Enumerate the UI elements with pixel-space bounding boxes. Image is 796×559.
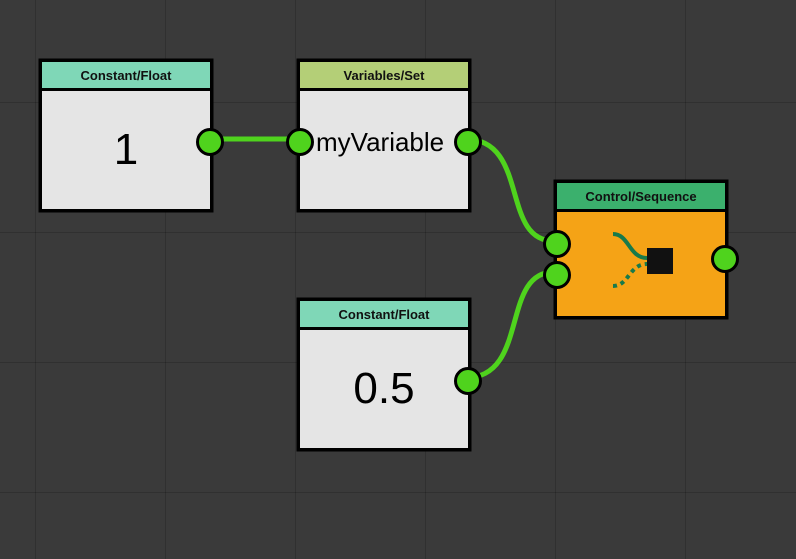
node-header: Constant/Float bbox=[300, 301, 468, 330]
variable-name: myVariable bbox=[316, 127, 444, 158]
node-constant-float-05[interactable]: Constant/Float 0.5 bbox=[297, 298, 471, 451]
sequence-icon bbox=[591, 224, 691, 304]
output-port[interactable] bbox=[711, 245, 739, 273]
constant-value: 1 bbox=[42, 91, 210, 209]
node-variables-set[interactable]: Variables/Set myVariable bbox=[297, 59, 471, 212]
node-constant-float-1[interactable]: Constant/Float 1 bbox=[39, 59, 213, 212]
node-body: 0.5 bbox=[300, 330, 468, 448]
node-body: 1 bbox=[42, 91, 210, 209]
node-header: Variables/Set bbox=[300, 62, 468, 91]
input-port-1[interactable] bbox=[543, 230, 571, 258]
node-body bbox=[557, 212, 725, 316]
output-port[interactable] bbox=[196, 128, 224, 156]
constant-value: 0.5 bbox=[300, 330, 468, 448]
input-port-2[interactable] bbox=[543, 261, 571, 289]
input-port[interactable] bbox=[286, 128, 314, 156]
node-header: Constant/Float bbox=[42, 62, 210, 91]
output-port[interactable] bbox=[454, 128, 482, 156]
node-header: Control/Sequence bbox=[557, 183, 725, 212]
node-control-sequence[interactable]: Control/Sequence bbox=[554, 180, 728, 319]
node-body: myVariable bbox=[300, 91, 468, 209]
output-port[interactable] bbox=[454, 367, 482, 395]
